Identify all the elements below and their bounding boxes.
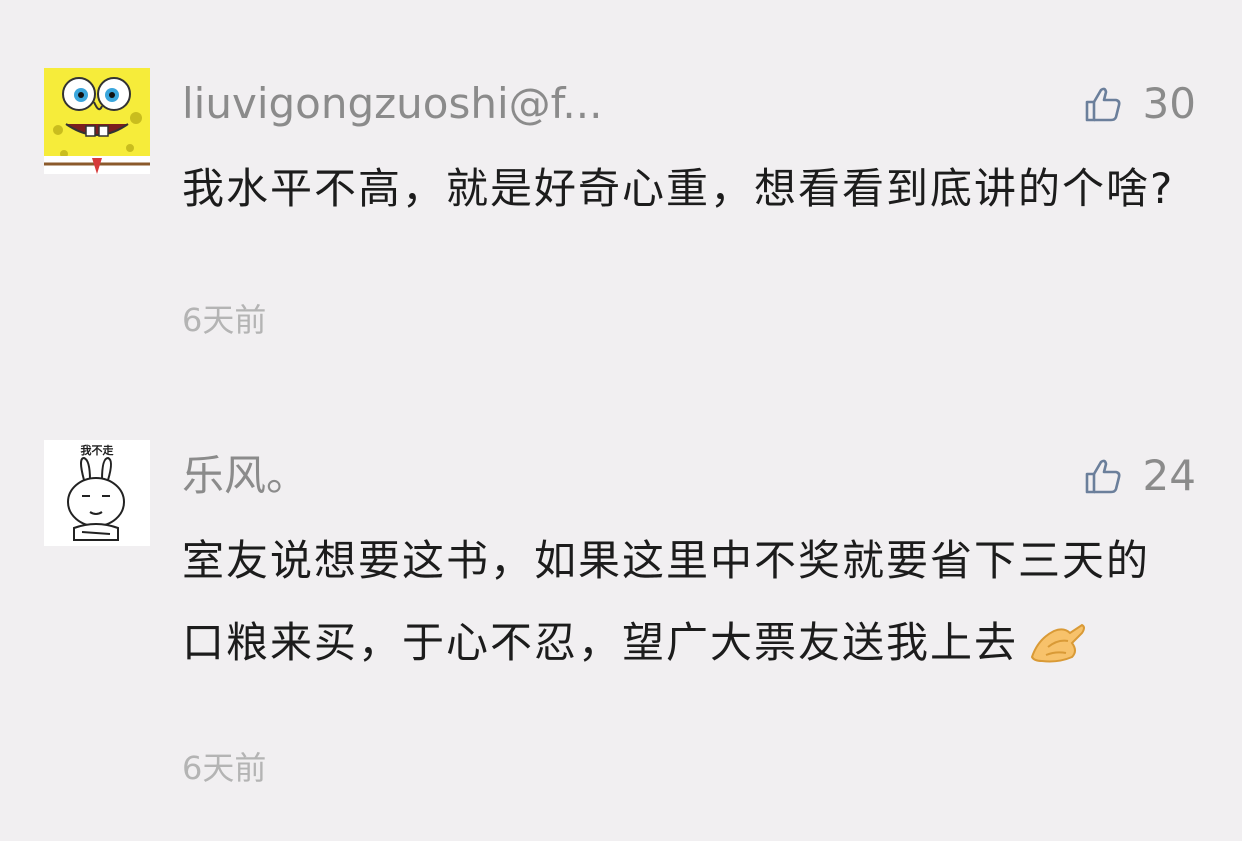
thumbs-up-icon <box>1083 456 1123 496</box>
comment-text-content: 室友说想要这书，如果这里中不奖就要省下三天的口粮来买，于心不忍，望广大票友送我上… <box>182 536 1151 667</box>
comment-timestamp: 6天前 <box>182 749 267 787</box>
pinching-hand-emoji <box>1028 617 1086 665</box>
avatar-caption: 我不走 <box>81 443 114 457</box>
username[interactable]: liuvigongzuoshi@f... <box>182 78 602 130</box>
like-count: 24 <box>1142 451 1196 500</box>
spongebob-avatar-icon[interactable] <box>44 68 150 174</box>
username[interactable]: 乐风。 <box>182 450 308 502</box>
bunny-avatar-icon[interactable]: 我不走 <box>44 440 150 546</box>
like-button[interactable]: 24 <box>1083 450 1196 502</box>
like-button[interactable]: 30 <box>1083 78 1196 130</box>
comment-text: 室友说想要这书，如果这里中不奖就要省下三天的口粮来买，于心不忍，望广大票友送我上… <box>182 520 1182 684</box>
thumbs-up-icon <box>1083 84 1123 124</box>
comment-list: liuvigongzuoshi@f... 30 我水平不高，就是好奇心重，想看看… <box>0 0 1242 841</box>
comment-text: 我水平不高，就是好奇心重，想看看到底讲的个啥? <box>182 164 1175 213</box>
like-count: 30 <box>1142 79 1196 128</box>
comment-timestamp: 6天前 <box>182 301 267 339</box>
